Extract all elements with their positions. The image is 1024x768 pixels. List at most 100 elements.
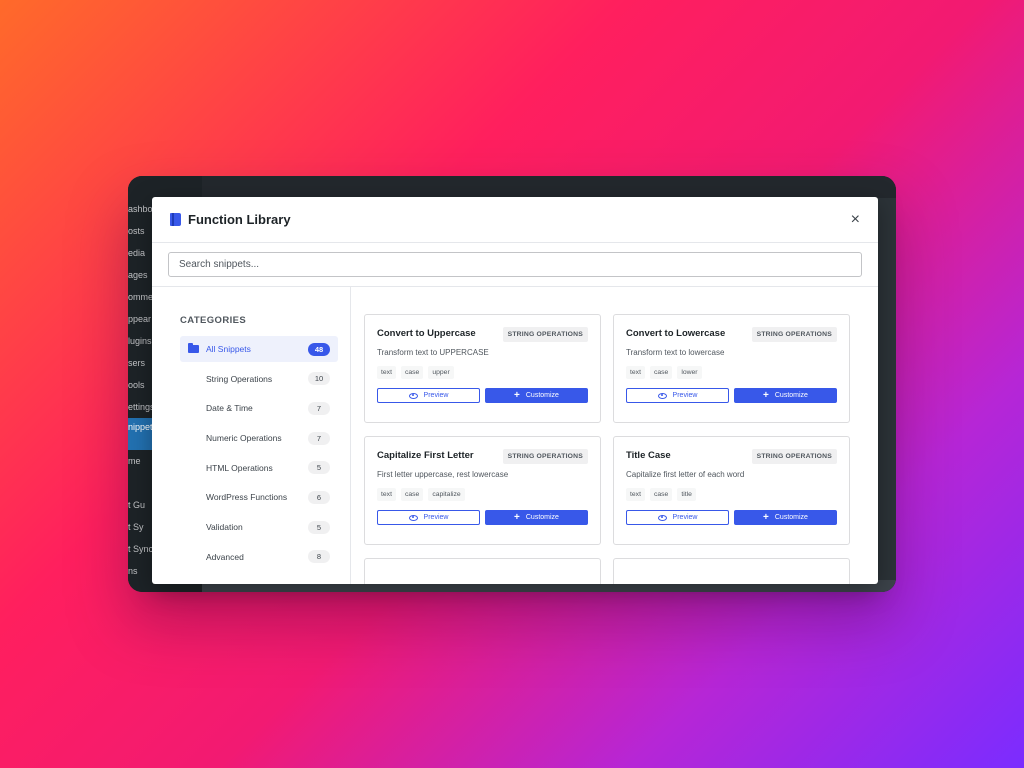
category-item[interactable]: String Operations 10: [180, 366, 338, 392]
category-label: Numeric Operations: [206, 433, 282, 444]
snippet-description: Transform text to lowercase: [626, 348, 725, 357]
category-item[interactable]: All Snippets 48: [180, 336, 338, 362]
snippet-category-badge: STRING OPERATIONS: [751, 449, 837, 464]
snippet-description: First letter uppercase, rest lowercase: [377, 470, 509, 479]
snippet-tag: text: [626, 366, 645, 379]
snippet-tags: text case capitalize: [377, 488, 588, 501]
snippet-card: Convert to Lowercase STRING OPERATIONS Tra…: [613, 314, 850, 423]
eye-icon: [657, 514, 667, 521]
category-item[interactable]: HTML Operations 5: [180, 455, 338, 481]
search-input[interactable]: [168, 252, 862, 277]
customize-label: Customize: [525, 392, 559, 399]
snippet-card: [613, 558, 850, 584]
modal-header: Function Library ×: [152, 197, 878, 243]
preview-button[interactable]: Preview: [377, 388, 480, 403]
customize-button[interactable]: + Customize: [485, 510, 588, 525]
customize-button[interactable]: + Customize: [485, 388, 588, 403]
snippet-actions: Preview + Customize: [626, 388, 837, 403]
category-count-badge: 5: [308, 520, 330, 534]
snippet-tag: case: [649, 488, 673, 501]
category-count-badge: 8: [308, 550, 330, 564]
preview-label: Preview: [672, 514, 698, 521]
snippet-tags: text case upper: [377, 366, 588, 379]
category-label: WordPress Functions: [206, 492, 288, 503]
category-item[interactable]: Advanced 8: [180, 544, 338, 570]
snippet-tag: upper: [428, 366, 454, 379]
close-icon[interactable]: ×: [851, 211, 860, 228]
customize-label: Customize: [774, 392, 808, 399]
category-count-badge: 10: [308, 372, 330, 386]
preview-button[interactable]: Preview: [626, 388, 729, 403]
category-item[interactable]: Numeric Operations 7: [180, 425, 338, 451]
snippet-tag: case: [649, 366, 673, 379]
snippet-card: [364, 558, 601, 584]
categories-panel: CATEGORIES All Snippets 48 String Operatio…: [152, 287, 351, 584]
categories-heading: CATEGORIES: [180, 315, 247, 326]
snippet-tag: text: [377, 366, 396, 379]
plus-icon: +: [514, 511, 520, 523]
folder-icon: [188, 343, 199, 353]
snippet-tag: text: [626, 488, 645, 501]
category-label: Advanced: [206, 551, 244, 562]
snippet-tags: text case title: [626, 488, 837, 501]
snippet-tags: text case lower: [626, 366, 837, 379]
category-item[interactable]: Validation 5: [180, 514, 338, 540]
preview-button[interactable]: Preview: [626, 510, 729, 525]
modal-title: Function Library: [170, 212, 291, 227]
preview-label: Preview: [423, 392, 449, 399]
customize-label: Customize: [774, 514, 808, 521]
snippet-title: Title Case: [626, 450, 671, 461]
snippet-tag: case: [400, 366, 424, 379]
snippet-grid: Convert to Uppercase STRING OPERATIONS Tra…: [351, 287, 878, 584]
snippet-title: Convert to Uppercase: [377, 328, 476, 339]
snippet-tag: title: [677, 488, 696, 501]
category-count-badge: 6: [308, 490, 330, 504]
snippet-tag: text: [377, 488, 396, 501]
snippet-tag: lower: [677, 366, 702, 379]
search-row: [152, 243, 878, 287]
snippet-actions: Preview + Customize: [626, 510, 837, 525]
preview-button[interactable]: Preview: [377, 510, 480, 525]
eye-icon: [408, 514, 418, 521]
category-count-badge: 48: [308, 342, 330, 356]
snippet-card: Convert to Uppercase STRING OPERATIONS Tra…: [364, 314, 601, 423]
snippet-title: Capitalize First Letter: [377, 450, 474, 461]
category-item[interactable]: Date & Time 7: [180, 395, 338, 421]
snippet-description: Transform text to UPPERCASE: [377, 348, 489, 357]
snippet-category-badge: STRING OPERATIONS: [502, 449, 588, 464]
eye-icon: [657, 392, 667, 399]
category-label: HTML Operations: [206, 462, 273, 473]
modal-title-text: Function Library: [188, 212, 291, 227]
category-label: String Operations: [206, 373, 273, 384]
snippet-category-badge: STRING OPERATIONS: [502, 327, 588, 342]
customize-label: Customize: [525, 514, 559, 521]
snippet-description: Capitalize first letter of each word: [626, 470, 745, 479]
function-library-modal: Function Library × CATEGORIES All Snippe…: [152, 197, 878, 584]
snippet-tag: capitalize: [428, 488, 465, 501]
plus-icon: +: [763, 389, 769, 401]
eye-icon: [408, 392, 418, 399]
customize-button[interactable]: + Customize: [734, 388, 837, 403]
book-icon: [170, 212, 182, 227]
customize-button[interactable]: + Customize: [734, 510, 837, 525]
category-label: Validation: [206, 522, 243, 533]
snippet-actions: Preview + Customize: [377, 388, 588, 403]
category-count-badge: 5: [308, 461, 330, 475]
category-count-badge: 7: [308, 401, 330, 415]
snippet-title: Convert to Lowercase: [626, 328, 726, 339]
category-count-badge: 7: [308, 431, 330, 445]
category-item[interactable]: WordPress Functions 6: [180, 484, 338, 510]
category-label: Date & Time: [206, 403, 253, 414]
plus-icon: +: [514, 389, 520, 401]
snippet-category-badge: STRING OPERATIONS: [751, 327, 837, 342]
snippet-card: Title Case STRING OPERATIONS Capitalize fi…: [613, 436, 850, 545]
snippet-card: Capitalize First Letter STRING OPERATIONS…: [364, 436, 601, 545]
wp-admin-bar: [202, 176, 896, 198]
snippet-actions: Preview + Customize: [377, 510, 588, 525]
library-body: CATEGORIES All Snippets 48 String Operatio…: [152, 287, 878, 584]
categories-list: All Snippets 48 String Operations 10 Date & …: [180, 336, 338, 570]
preview-label: Preview: [672, 392, 698, 399]
plus-icon: +: [763, 511, 769, 523]
preview-label: Preview: [423, 514, 449, 521]
category-label: All Snippets: [206, 344, 251, 354]
